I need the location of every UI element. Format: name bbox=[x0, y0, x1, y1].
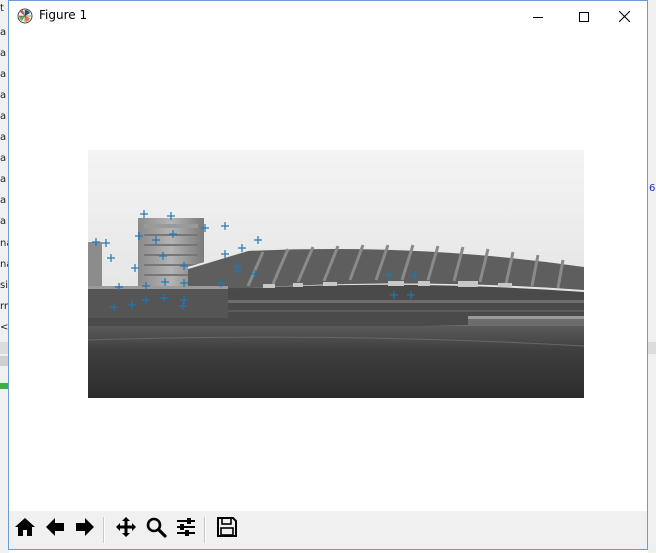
floppy-disk-icon bbox=[216, 516, 238, 542]
toolbar-separator bbox=[204, 517, 206, 543]
zoom-button[interactable] bbox=[142, 515, 170, 543]
keypoint-marker bbox=[221, 250, 229, 258]
bg-fragment: a bbox=[0, 48, 7, 59]
move-icon bbox=[115, 516, 137, 542]
keypoint-marker bbox=[217, 279, 225, 287]
keypoint-marker bbox=[251, 270, 259, 278]
back-button[interactable] bbox=[41, 515, 69, 543]
keypoint-marker bbox=[152, 236, 160, 244]
bg-fragment: a bbox=[0, 69, 7, 80]
home-button[interactable] bbox=[11, 515, 39, 543]
keypoint-marker bbox=[159, 252, 167, 260]
window-title: Figure 1 bbox=[39, 8, 88, 22]
keypoint-marker bbox=[221, 222, 229, 230]
bg-fragment: a bbox=[0, 174, 7, 185]
keypoint-marker bbox=[161, 278, 169, 286]
keypoint-marker bbox=[135, 232, 143, 240]
minimize-button[interactable] bbox=[515, 1, 561, 31]
bg-fragment: a bbox=[0, 153, 7, 164]
bg-fragment: a bbox=[0, 195, 7, 206]
keypoint-marker bbox=[142, 296, 150, 304]
configure-subplots-button[interactable] bbox=[172, 515, 200, 543]
matplotlib-logo-icon bbox=[17, 8, 33, 24]
keypoint-marker bbox=[128, 301, 136, 309]
navigation-toolbar bbox=[9, 511, 647, 549]
bg-fragment: a bbox=[0, 90, 7, 101]
keypoint-marker bbox=[92, 238, 100, 246]
close-icon bbox=[618, 7, 630, 26]
keypoint-marker bbox=[407, 291, 415, 299]
magnifier-icon bbox=[145, 516, 167, 542]
forward-button[interactable] bbox=[71, 515, 99, 543]
maximize-icon bbox=[579, 7, 589, 26]
keypoint-marker bbox=[179, 302, 187, 310]
keypoint-marker bbox=[115, 283, 123, 291]
keypoint-marker bbox=[140, 210, 148, 218]
arrow-left-icon bbox=[44, 516, 66, 542]
toolbar-separator bbox=[103, 517, 105, 543]
keypoint-marker bbox=[160, 294, 168, 302]
keypoint-marker bbox=[110, 303, 118, 311]
keypoint-marker bbox=[169, 230, 177, 238]
figure-canvas[interactable] bbox=[9, 32, 647, 511]
minimize-icon bbox=[533, 7, 543, 26]
keypoint-marker bbox=[238, 244, 246, 252]
bg-fragment: rr bbox=[0, 301, 9, 312]
bg-fragment: a bbox=[0, 216, 7, 227]
stadium-photo bbox=[88, 150, 584, 398]
bg-fragment: 6 bbox=[649, 183, 656, 194]
keypoint-marker bbox=[102, 239, 110, 247]
bg-fragment: t bbox=[0, 3, 4, 14]
sliders-icon bbox=[175, 516, 197, 542]
close-button[interactable] bbox=[601, 1, 647, 31]
arrow-right-icon bbox=[74, 516, 96, 542]
keypoint-marker bbox=[131, 264, 139, 272]
home-icon bbox=[14, 516, 36, 542]
save-button[interactable] bbox=[213, 515, 241, 543]
keypoint-marker bbox=[180, 296, 188, 304]
bg-fragment: a bbox=[0, 132, 7, 143]
keypoint-marker bbox=[234, 267, 242, 275]
bg-fragment: a bbox=[0, 27, 7, 38]
keypoint-marker bbox=[385, 271, 393, 279]
keypoint-marker bbox=[142, 282, 150, 290]
pan-button[interactable] bbox=[112, 515, 140, 543]
bg-fragment: a bbox=[0, 111, 7, 122]
keypoint-marker bbox=[180, 262, 188, 270]
keypoint-marker bbox=[411, 271, 419, 279]
keypoint-marker bbox=[107, 254, 115, 262]
title-bar[interactable]: Figure 1 bbox=[9, 1, 647, 32]
keypoint-marker bbox=[167, 212, 175, 220]
background-window-right: 6 bbox=[648, 0, 656, 553]
keypoint-marker bbox=[180, 279, 188, 287]
keypoint-marker bbox=[254, 236, 262, 244]
figure-window: Figure 1 bbox=[8, 0, 648, 550]
keypoint-marker bbox=[201, 224, 209, 232]
keypoint-marker bbox=[390, 291, 398, 299]
